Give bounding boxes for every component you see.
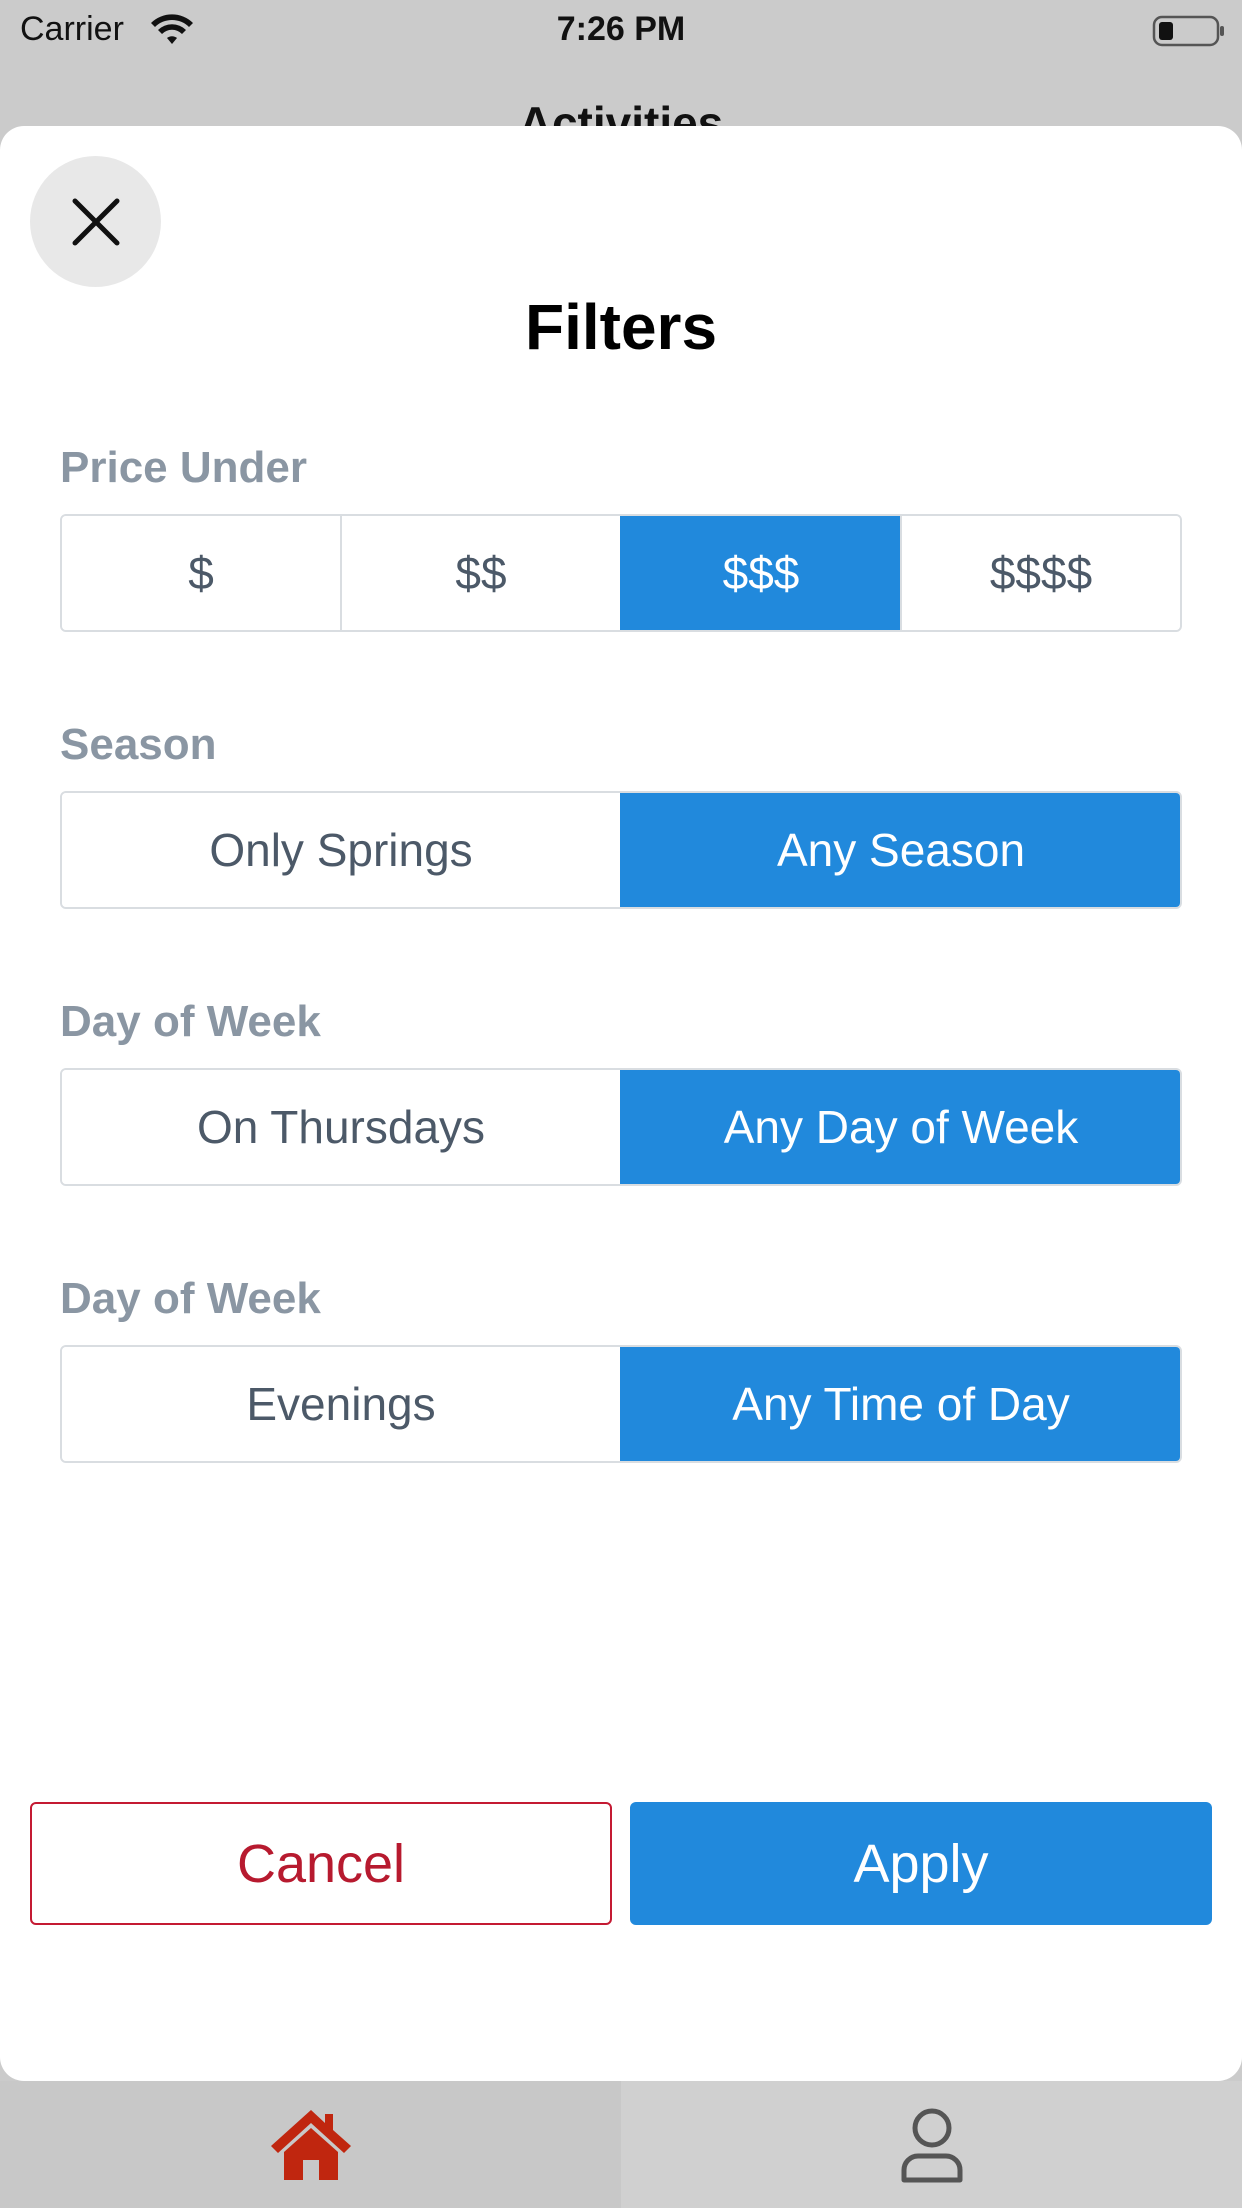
- cancel-button[interactable]: Cancel: [30, 1802, 612, 1925]
- price-segmented-control: $ $$ $$$ $$$$: [60, 514, 1182, 632]
- segment-only-springs[interactable]: Only Springs: [62, 793, 620, 907]
- status-time: 7:26 PM: [556, 10, 686, 48]
- home-icon: [270, 2109, 351, 2180]
- segment-price-2[interactable]: $$: [340, 516, 620, 630]
- filter-group-price: Price Under $ $$ $$$ $$$$: [60, 440, 1182, 632]
- segment-evenings[interactable]: Evenings: [62, 1347, 620, 1461]
- segment-any-season[interactable]: Any Season: [620, 793, 1180, 907]
- filter-group-day-of-week: Day of Week On Thursdays Any Day of Week: [60, 994, 1182, 1186]
- segment-any-time-of-day[interactable]: Any Time of Day: [620, 1347, 1180, 1461]
- group-label-day-of-week: Day of Week: [60, 997, 321, 1046]
- segment-any-day-of-week[interactable]: Any Day of Week: [620, 1070, 1180, 1184]
- group-label-season: Season: [60, 720, 217, 769]
- battery-icon: [1152, 15, 1224, 47]
- filters-sheet: Filters Price Under $ $$ $$$ $$$$ Season…: [0, 126, 1242, 2081]
- tab-profile[interactable]: [621, 2081, 1242, 2208]
- day-of-week-segmented-control: On Thursdays Any Day of Week: [60, 1068, 1182, 1186]
- close-button[interactable]: [30, 156, 161, 287]
- status-bar: Carrier 7:26 PM: [0, 0, 1242, 62]
- close-icon: [72, 198, 119, 245]
- apply-button[interactable]: Apply: [630, 1802, 1212, 1925]
- tab-bar: [0, 2081, 1242, 2208]
- filter-group-season: Season Only Springs Any Season: [60, 717, 1182, 909]
- user-icon: [901, 2108, 962, 2182]
- segment-on-thursdays[interactable]: On Thursdays: [62, 1070, 620, 1184]
- segment-price-3[interactable]: $$$: [620, 516, 900, 630]
- sheet-title: Filters: [524, 291, 718, 363]
- season-segmented-control: Only Springs Any Season: [60, 791, 1182, 909]
- segment-price-4[interactable]: $$$$: [900, 516, 1180, 630]
- filter-group-time-of-day: Day of Week Evenings Any Time of Day: [60, 1271, 1182, 1463]
- segment-price-1[interactable]: $: [62, 516, 340, 630]
- tab-home[interactable]: [0, 2081, 621, 2208]
- group-label-time-of-day: Day of Week: [60, 1274, 321, 1323]
- group-label-price: Price Under: [60, 443, 307, 492]
- time-of-day-segmented-control: Evenings Any Time of Day: [60, 1345, 1182, 1463]
